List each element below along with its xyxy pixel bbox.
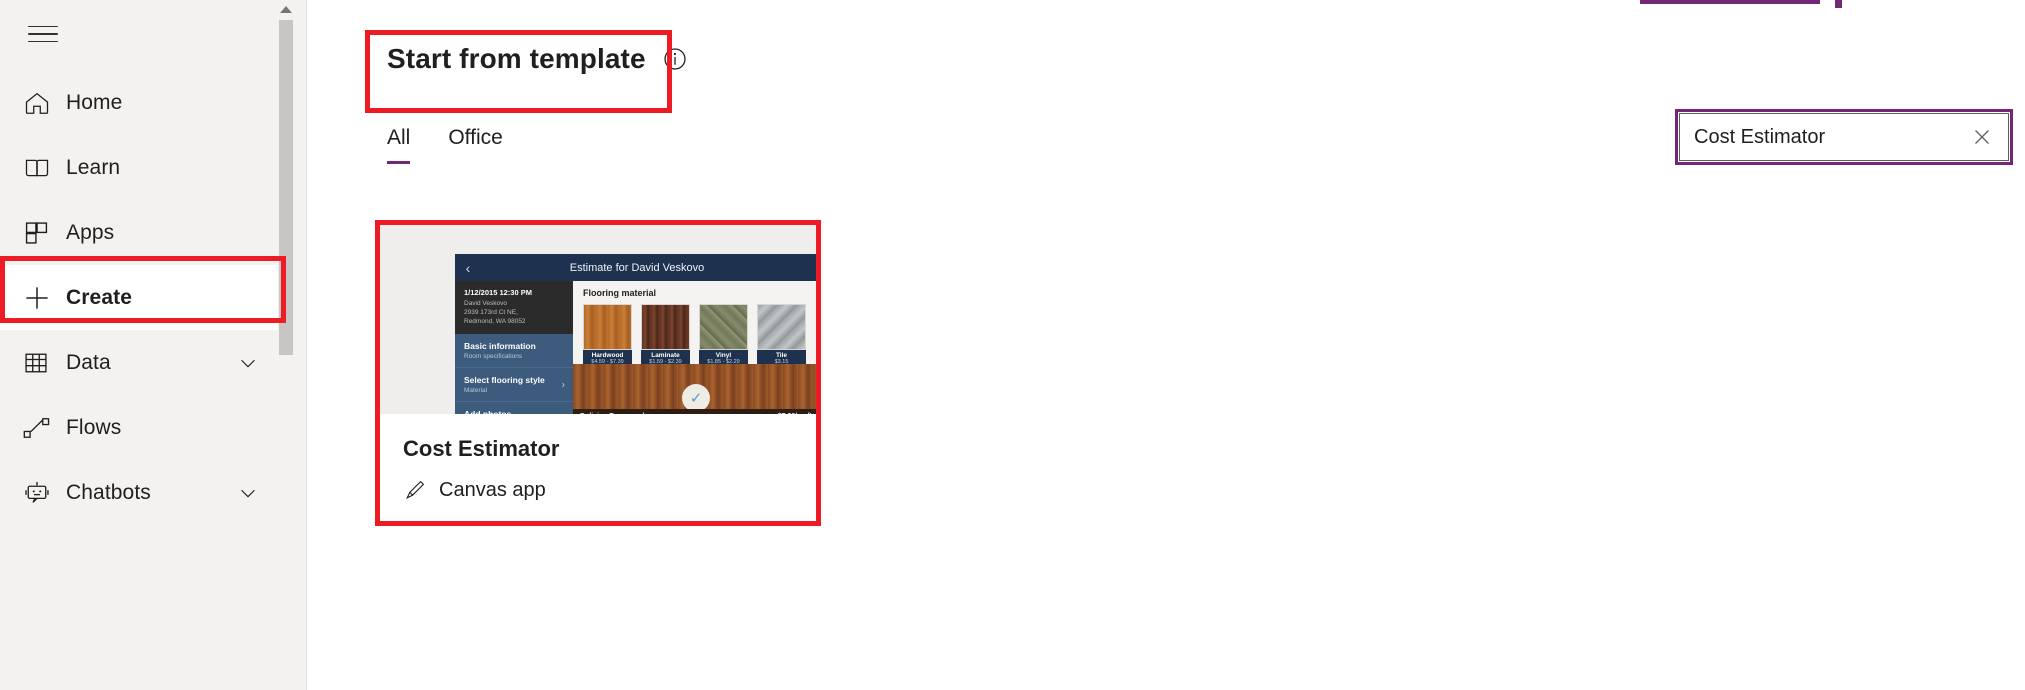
top-accent-bar-fragment xyxy=(1640,0,1820,4)
mock-material-swatches: Hardwood $4.59 - $7.39 Laminate $1.59 - … xyxy=(583,304,819,369)
mock-material-tile: Hardwood $4.59 - $7.39 xyxy=(583,304,632,369)
template-card-title: Cost Estimator xyxy=(403,436,560,461)
bot-icon xyxy=(22,473,66,513)
tab-office[interactable]: Office xyxy=(448,126,502,164)
mock-customer-meta: 1/12/2015 12:30 PM David Veskovo 2939 17… xyxy=(455,281,573,335)
sidebar-item-label: Learn xyxy=(66,155,121,179)
mock-material-name: Laminate xyxy=(651,352,680,359)
power-apps-create-page: Home Learn Apps Create Data Flows Chatbo… xyxy=(0,0,2025,690)
chevron-down-icon[interactable] xyxy=(237,352,259,374)
sidebar-item-learn[interactable]: Learn xyxy=(0,135,285,200)
top-accent-dot-fragment xyxy=(1835,0,1842,8)
template-card-type-label: Canvas app xyxy=(439,478,546,501)
tab-label: All xyxy=(387,126,411,149)
mock-address-line2: Redmond, WA 98052 xyxy=(464,317,526,325)
paintbrush-icon xyxy=(403,478,427,502)
mock-material-name: Tile xyxy=(775,352,788,359)
sidebar-item-apps[interactable]: Apps xyxy=(0,200,285,265)
sidebar-item-home[interactable]: Home xyxy=(0,70,285,135)
mock-nav-subtitle: Material xyxy=(464,387,488,395)
tile-texture-icon xyxy=(757,304,806,350)
mock-photo-caption: Bolivian Rosewood $7.39/sq ft xyxy=(573,409,819,414)
main-content-area: Start from template All Office Cost Esti… xyxy=(307,0,2025,690)
template-card-cost-estimator[interactable]: ‹ Estimate for David Veskovo 1/12/2015 1… xyxy=(379,222,819,522)
mock-app-title: Estimate for David Veskovo xyxy=(569,261,705,274)
hardwood-texture-icon xyxy=(583,304,632,350)
search-input[interactable] xyxy=(1694,125,1970,149)
sidebar-item-flows[interactable]: Flows xyxy=(0,395,285,460)
laminate-texture-icon xyxy=(641,304,690,350)
close-x-icon[interactable] xyxy=(1970,125,1994,149)
sidebar-item-label: Home xyxy=(66,90,123,114)
mock-material-tile: Laminate $1.59 - $2.39 xyxy=(641,304,690,369)
scroll-up-arrow-icon[interactable] xyxy=(278,2,294,18)
mock-left-panel: 1/12/2015 12:30 PM David Veskovo 2939 17… xyxy=(455,281,573,414)
app-preview-mock: ‹ Estimate for David Veskovo 1/12/2015 1… xyxy=(455,254,819,414)
mock-app-topbar: ‹ Estimate for David Veskovo xyxy=(455,254,819,281)
mock-customer-name: David Veskovo xyxy=(464,300,507,307)
mock-nav-title: Basic information xyxy=(464,341,536,352)
mock-selected-type: Bolivian Rosewood xyxy=(580,413,645,414)
mock-material-name: Hardwood xyxy=(591,352,624,359)
home-icon xyxy=(22,83,66,123)
mock-selected-price: $7.39/sq ft xyxy=(778,413,812,414)
hamburger-menu-button[interactable] xyxy=(19,12,67,56)
sidebar-item-label: Create xyxy=(66,285,132,309)
page-title-container: Start from template xyxy=(387,43,688,75)
sidebar-item-label: Data xyxy=(66,350,111,374)
mock-nav-title: Select flooring style xyxy=(464,375,545,386)
mock-timestamp: 1/12/2015 12:30 PM xyxy=(464,288,532,297)
mock-wood-photo: ✓ Bolivian Rosewood $7.39/sq ft xyxy=(573,364,819,414)
apps-icon xyxy=(22,213,66,253)
mock-nav-subtitle: Room specifications xyxy=(464,353,523,361)
chevron-right-icon: › xyxy=(561,379,565,391)
flow-icon xyxy=(22,408,66,448)
tab-all[interactable]: All xyxy=(387,126,411,164)
chevron-left-icon: ‹ xyxy=(465,259,471,276)
vinyl-texture-icon xyxy=(699,304,748,350)
sidebar-item-data[interactable]: Data xyxy=(0,330,285,395)
book-icon xyxy=(22,148,66,188)
template-thumbnail: ‹ Estimate for David Veskovo 1/12/2015 1… xyxy=(379,222,819,414)
search-box[interactable] xyxy=(1679,113,2009,161)
sidebar-item-create[interactable]: Create xyxy=(0,265,285,330)
template-card-body: Cost Estimator Canvas app xyxy=(379,414,819,502)
mock-material-name: Vinyl xyxy=(715,352,732,359)
template-category-tabs: All Office xyxy=(387,126,503,164)
sidebar-item-label: Flows xyxy=(66,415,122,439)
template-card-type: Canvas app xyxy=(403,478,795,502)
info-circle-icon[interactable] xyxy=(662,46,688,72)
table-icon xyxy=(22,343,66,383)
sidebar-scrollbar-thumb[interactable] xyxy=(279,20,293,355)
mock-section-material: Flooring material xyxy=(583,288,657,298)
plus-icon xyxy=(22,278,66,318)
mock-nav-row: Select flooring style Material › xyxy=(455,368,573,403)
sidebar-item-chatbots[interactable]: Chatbots xyxy=(0,460,285,525)
mock-nav-row: Add photos Capture photos xyxy=(455,402,573,414)
checkmark-icon: ✓ xyxy=(682,384,710,412)
mock-nav-title: Add photos xyxy=(464,409,564,414)
chevron-down-icon[interactable] xyxy=(237,482,259,504)
page-title: Start from template xyxy=(387,43,646,74)
hamburger-icon xyxy=(28,20,58,49)
sidebar-item-label: Apps xyxy=(66,220,115,244)
left-navigation-sidebar: Home Learn Apps Create Data Flows Chatbo… xyxy=(0,0,307,690)
mock-nav-row: Basic information Room specifications xyxy=(455,334,573,369)
mock-material-tile: Vinyl $1.85 - $2.29 xyxy=(699,304,748,369)
mock-material-tile: Tile $3.15 xyxy=(757,304,806,369)
tab-label: Office xyxy=(448,126,503,149)
sidebar-nav-list: Home Learn Apps Create Data Flows Chatbo… xyxy=(0,70,285,525)
sidebar-item-label: Chatbots xyxy=(66,480,151,504)
mock-address-line1: 2939 173rd Ct NE, xyxy=(464,308,518,316)
